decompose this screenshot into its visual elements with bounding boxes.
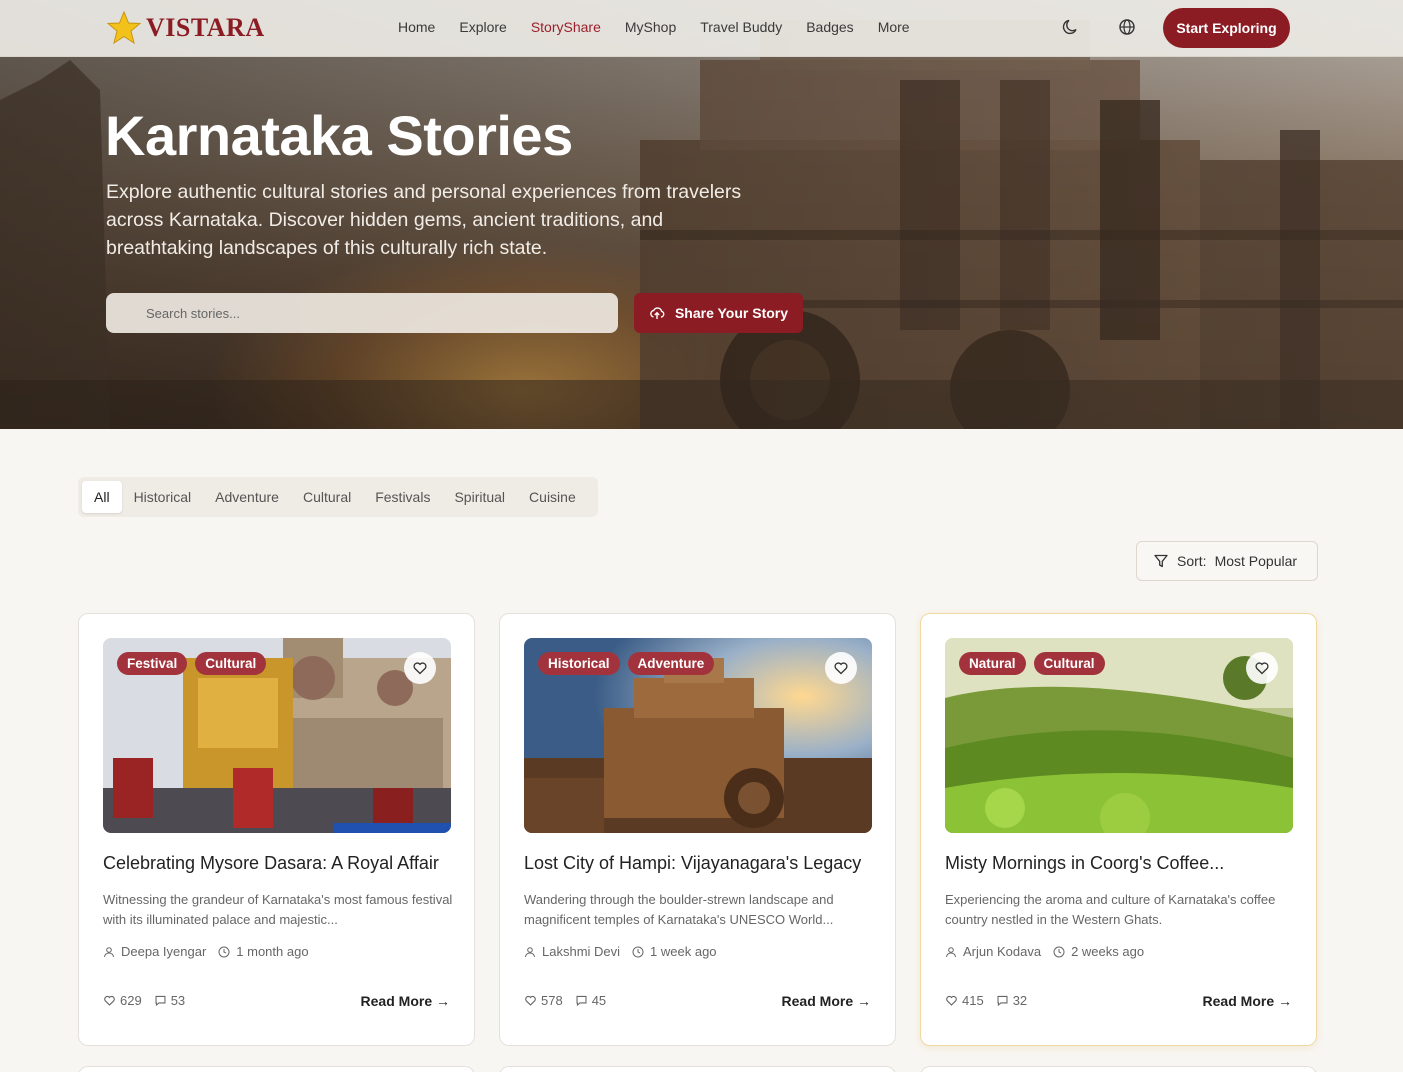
tag-badge[interactable]: Adventure xyxy=(627,652,715,675)
story-card[interactable]: Historical Adventure Lost City of Hampi:… xyxy=(499,613,896,1046)
top-navbar: VISTARA Home Explore StoryShare MyShop T… xyxy=(0,0,1403,57)
story-title[interactable]: Misty Mornings in Coorg's Coffee... xyxy=(945,853,1224,874)
nav-storyshare[interactable]: StoryShare xyxy=(531,19,601,35)
hero-subtitle: Explore authentic cultural stories and p… xyxy=(106,181,742,259)
story-card-partial xyxy=(920,1066,1317,1072)
clock-icon xyxy=(632,946,644,957)
globe-icon[interactable] xyxy=(1117,17,1137,37)
story-meta: Deepa Iyengar 1 month ago xyxy=(103,944,309,959)
story-stats: 415 32 xyxy=(945,993,1027,1008)
read-more-link[interactable]: Read More → xyxy=(361,993,450,1009)
filter-spiritual[interactable]: Spiritual xyxy=(442,481,517,513)
story-tags: Natural Cultural xyxy=(959,652,1105,675)
nav-more[interactable]: More xyxy=(878,19,910,35)
tag-badge[interactable]: Historical xyxy=(538,652,620,675)
heart-icon[interactable] xyxy=(103,994,116,1007)
story-tags: Festival Cultural xyxy=(117,652,267,675)
story-excerpt: Witnessing the grandeur of Karnataka's m… xyxy=(103,892,453,927)
story-tags: Historical Adventure xyxy=(538,652,715,675)
brand-name: VISTARA xyxy=(146,13,265,42)
start-exploring-button[interactable]: Start Exploring xyxy=(1163,8,1290,48)
story-card[interactable]: Natural Cultural Misty Mornings in Coorg… xyxy=(920,613,1317,1046)
story-author: Deepa Iyengar xyxy=(121,944,207,959)
tag-badge[interactable]: Festival xyxy=(117,652,188,675)
clock-icon xyxy=(218,946,230,957)
story-card-partial xyxy=(499,1066,896,1072)
story-time: 1 week ago xyxy=(650,944,717,959)
story-meta: Arjun Kodava 2 weeks ago xyxy=(945,944,1144,959)
story-author: Lakshmi Devi xyxy=(542,944,621,959)
filter-cuisine[interactable]: Cuisine xyxy=(517,481,588,513)
like-count: 629 xyxy=(120,993,142,1008)
star-logo-icon xyxy=(106,10,142,45)
comment-count: 53 xyxy=(170,993,186,1008)
filter-all[interactable]: All xyxy=(82,481,122,513)
moon-icon[interactable] xyxy=(1061,17,1081,37)
share-story-label: Share Your Story xyxy=(674,305,789,321)
nav-badges[interactable]: Badges xyxy=(806,19,853,35)
page-title: Karnataka Stories xyxy=(105,104,573,167)
story-stats: 629 53 xyxy=(103,993,185,1008)
category-filter-tabs: All Historical Adventure Cultural Festiv… xyxy=(78,477,598,517)
heart-icon[interactable] xyxy=(524,994,537,1007)
read-more-link[interactable]: Read More → xyxy=(782,993,871,1009)
heart-icon xyxy=(1255,662,1269,675)
favorite-button[interactable] xyxy=(404,652,436,684)
like-count: 578 xyxy=(541,993,563,1008)
brand-logo[interactable]: VISTARA xyxy=(106,10,265,46)
heart-icon xyxy=(834,662,848,675)
comment-icon[interactable] xyxy=(154,994,167,1007)
clock-icon xyxy=(1053,946,1065,957)
nav-travel-buddy[interactable]: Travel Buddy xyxy=(700,19,782,35)
story-title[interactable]: Celebrating Mysore Dasara: A Royal Affai… xyxy=(103,853,439,874)
tag-badge[interactable]: Cultural xyxy=(195,652,267,675)
favorite-button[interactable] xyxy=(1246,652,1278,684)
sort-value: Most Popular xyxy=(1214,553,1298,569)
favorite-button[interactable] xyxy=(825,652,857,684)
filter-adventure[interactable]: Adventure xyxy=(203,481,291,513)
comment-count: 32 xyxy=(1012,993,1028,1008)
story-card[interactable]: Festival Cultural Celebrating Mysore Das… xyxy=(78,613,475,1046)
filter-festivals[interactable]: Festivals xyxy=(363,481,442,513)
sort-dropdown[interactable]: Sort: Most Popular xyxy=(1136,541,1318,581)
user-icon xyxy=(525,946,535,957)
story-title[interactable]: Lost City of Hampi: Vijayanagara's Legac… xyxy=(524,853,861,874)
filter-historical[interactable]: Historical xyxy=(122,481,204,513)
comment-icon[interactable] xyxy=(996,994,1009,1007)
tag-badge[interactable]: Natural xyxy=(959,652,1026,675)
story-excerpt: Wandering through the boulder-strewn lan… xyxy=(524,892,834,927)
story-stats: 578 45 xyxy=(524,993,606,1008)
share-story-button[interactable]: Share Your Story xyxy=(634,293,803,333)
like-count: 415 xyxy=(962,993,984,1008)
comment-icon[interactable] xyxy=(575,994,588,1007)
search-bar xyxy=(106,293,618,333)
story-time: 2 weeks ago xyxy=(1071,944,1145,959)
story-author: Arjun Kodava xyxy=(963,944,1042,959)
nav-links: Home Explore StoryShare MyShop Travel Bu… xyxy=(398,19,910,35)
user-icon xyxy=(104,946,114,957)
story-excerpt: Experiencing the aroma and culture of Ka… xyxy=(945,892,1276,927)
story-meta: Lakshmi Devi 1 week ago xyxy=(524,944,717,959)
read-more-link[interactable]: Read More → xyxy=(1203,993,1292,1009)
nav-home[interactable]: Home xyxy=(398,19,435,35)
nav-explore[interactable]: Explore xyxy=(459,19,506,35)
heart-icon xyxy=(413,662,427,675)
upload-cloud-icon xyxy=(650,307,665,319)
comment-count: 45 xyxy=(591,993,607,1008)
sort-label: Sort: xyxy=(1177,553,1207,569)
filter-funnel-icon xyxy=(1154,554,1168,568)
filter-cultural[interactable]: Cultural xyxy=(291,481,363,513)
heart-icon[interactable] xyxy=(945,994,958,1007)
nav-myshop[interactable]: MyShop xyxy=(625,19,676,35)
story-card-partial xyxy=(78,1066,475,1072)
search-input[interactable] xyxy=(146,293,606,333)
story-time: 1 month ago xyxy=(236,944,309,959)
tag-badge[interactable]: Cultural xyxy=(1033,652,1105,675)
user-icon xyxy=(946,946,956,957)
